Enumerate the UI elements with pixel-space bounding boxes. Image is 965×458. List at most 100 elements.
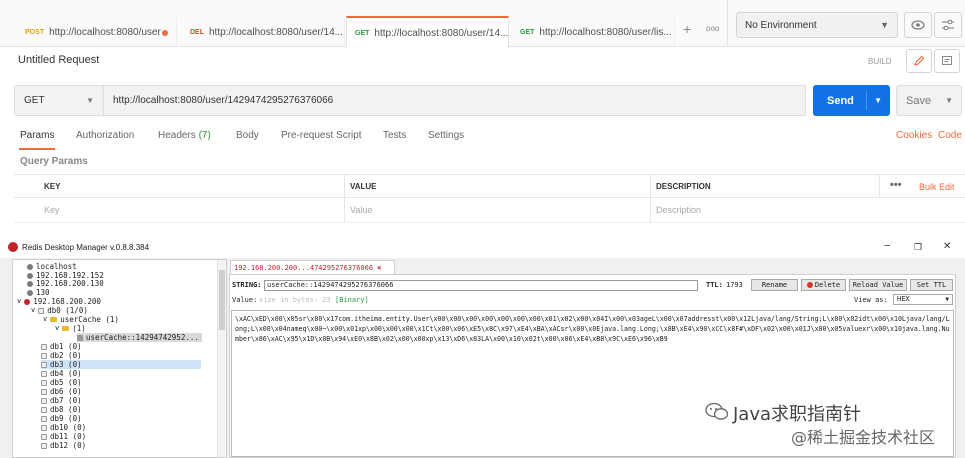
scrollbar-thumb[interactable] (219, 270, 225, 330)
reload-value-button[interactable]: Reload Value (849, 279, 907, 291)
tree-label: db6 (0) (50, 387, 82, 396)
tab-params[interactable]: Params (18, 130, 56, 150)
plus-icon[interactable]: + (683, 21, 691, 37)
watermark-text: Java求职指南针 (733, 404, 862, 425)
key-icon (77, 334, 83, 341)
folder-icon (50, 317, 58, 322)
key-tab[interactable]: 192.168.200.200...474295276376066 × (230, 260, 395, 274)
tree-server-item[interactable]: 192.168.200.130 (27, 279, 104, 288)
key-input[interactable]: Key (44, 205, 60, 215)
description-input[interactable]: Description (656, 205, 701, 215)
cookies-link[interactable]: Cookies (896, 130, 932, 141)
tab-tests[interactable]: Tests (383, 130, 406, 141)
value-input[interactable]: Value (350, 205, 372, 215)
tree-db-item[interactable]: db8 (0) (41, 405, 82, 414)
environment-select[interactable]: No Environment ▼ (736, 12, 898, 38)
divider (879, 174, 880, 198)
postman-window: POST http://localhost:8080/user DEL http… (0, 0, 965, 232)
tree-namespace-item[interactable]: v userCache (1) (43, 315, 119, 324)
chevron-down-icon[interactable]: v (31, 306, 35, 315)
rename-button[interactable]: Rename (751, 279, 798, 291)
tree-label: db9 (0) (50, 414, 82, 423)
chevron-down-icon[interactable]: v (17, 297, 21, 306)
tree-server-item[interactable]: localhost (27, 262, 77, 271)
table-row: Key Value Description (14, 198, 965, 223)
database-icon (41, 388, 47, 395)
tree-db-item[interactable]: db4 (0) (41, 369, 82, 378)
url-input[interactable]: http://localhost:8080/user/1429474295276… (104, 85, 806, 116)
request-tab-get-user[interactable]: GET http://localhost:8080/user/14... (346, 16, 509, 48)
tree-db-item[interactable]: db9 (0) (41, 414, 82, 423)
request-tab-post-user[interactable]: POST http://localhost:8080/user (17, 18, 177, 47)
tree-db-item[interactable]: db2 (0) (41, 351, 82, 360)
tree-label: 192.168.200.200 (33, 297, 101, 306)
sliders-icon (942, 19, 954, 31)
key-name-input[interactable]: userCache::1429474295276376066 (264, 280, 698, 291)
more-options-icon[interactable]: ••• (890, 179, 902, 191)
tab-headers[interactable]: Headers (7) (158, 130, 211, 141)
close-icon[interactable]: × (377, 264, 381, 272)
window-title: Redis Desktop Manager v.0.8.8.384 (22, 242, 150, 252)
manage-environments-button[interactable] (934, 12, 962, 38)
connection-tree: localhost 192.168.192.152 192.168.200.13… (12, 259, 227, 458)
edit-button[interactable] (906, 49, 932, 73)
tree-db-item[interactable]: db6 (0) (41, 387, 82, 396)
database-icon (41, 397, 47, 404)
send-button[interactable]: Send ▼ (813, 85, 890, 116)
chevron-down-icon[interactable]: v (55, 324, 59, 333)
tree-namespace-item[interactable]: v (1) (55, 324, 86, 333)
chevron-down-icon[interactable]: ▼ (945, 96, 953, 105)
view-as-select[interactable]: HEX ▼ (893, 294, 953, 305)
tree-db-item[interactable]: db10 (0) (41, 423, 86, 432)
comments-button[interactable] (934, 49, 960, 73)
tab-settings[interactable]: Settings (428, 130, 464, 141)
request-tab-get-user-list[interactable]: GET http://localhost:8080/user/lis... (512, 18, 675, 47)
more-tabs-icon[interactable]: ooo (706, 24, 719, 33)
tab-authorization[interactable]: Authorization (76, 130, 134, 141)
tree-db-item[interactable]: v db0 (1/0) (31, 306, 88, 315)
chevron-down-icon: ▼ (86, 96, 94, 105)
maximize-button[interactable]: ❐ (914, 242, 922, 253)
tab-url: http://localhost:8080/user (49, 27, 161, 38)
chevron-down-icon[interactable]: v (43, 315, 47, 324)
tree-scrollbar[interactable] (217, 260, 226, 457)
delete-button[interactable]: Delete (801, 279, 846, 291)
close-button[interactable]: ✕ (943, 241, 951, 252)
bulk-edit-link[interactable]: Bulk Edit (919, 182, 955, 192)
tab-prerequest-script[interactable]: Pre-request Script (281, 130, 362, 141)
request-tab-bar: POST http://localhost:8080/user DEL http… (0, 0, 965, 48)
database-icon (41, 352, 47, 359)
minimize-button[interactable]: − (884, 240, 890, 252)
method-value: GET (24, 95, 45, 106)
request-title[interactable]: Untitled Request (18, 54, 99, 66)
database-icon (41, 370, 47, 377)
request-tab-delete-user[interactable]: DEL http://localhost:8080/user/14... (182, 18, 345, 47)
tree-label: db10 (0) (50, 423, 87, 432)
method-select[interactable]: GET ▼ (14, 85, 104, 116)
query-params-title: Query Params (20, 156, 88, 167)
tree-server-item[interactable]: 130 (27, 288, 50, 297)
view-as-value: HEX (897, 295, 910, 303)
tree-label: (1) (72, 324, 86, 333)
tree-db-item[interactable]: db11 (0) (41, 432, 86, 441)
tab-headers-label: Headers (158, 130, 196, 141)
set-ttl-button[interactable]: Set TTL (910, 279, 953, 291)
server-icon (27, 272, 33, 279)
tree-db-item[interactable]: db3 (0) (41, 360, 201, 369)
tree-db-item[interactable]: db7 (0) (41, 396, 82, 405)
tree-db-item[interactable]: db12 (0) (41, 441, 86, 450)
tab-url: http://localhost:8080/user/14... (209, 27, 343, 38)
tree-db-item[interactable]: db1 (0) (41, 342, 82, 351)
tree-db-item[interactable]: db5 (0) (41, 378, 82, 387)
tree-label: db3 (0) (50, 360, 82, 369)
chevron-down-icon[interactable]: ▼ (874, 96, 882, 105)
tree-server-item[interactable]: v 192.168.200.200 (17, 297, 101, 306)
tab-body[interactable]: Body (236, 130, 259, 141)
environment-quick-look-button[interactable] (904, 12, 932, 38)
code-link[interactable]: Code (938, 130, 962, 141)
tree-key-item[interactable]: userCache::14294742952... (77, 333, 202, 342)
save-button[interactable]: Save ▼ (896, 85, 962, 116)
method-badge: GET (355, 29, 370, 37)
tab-url: http://localhost:8080/user/lis... (539, 27, 672, 38)
view-as-label: View as: (854, 296, 888, 304)
